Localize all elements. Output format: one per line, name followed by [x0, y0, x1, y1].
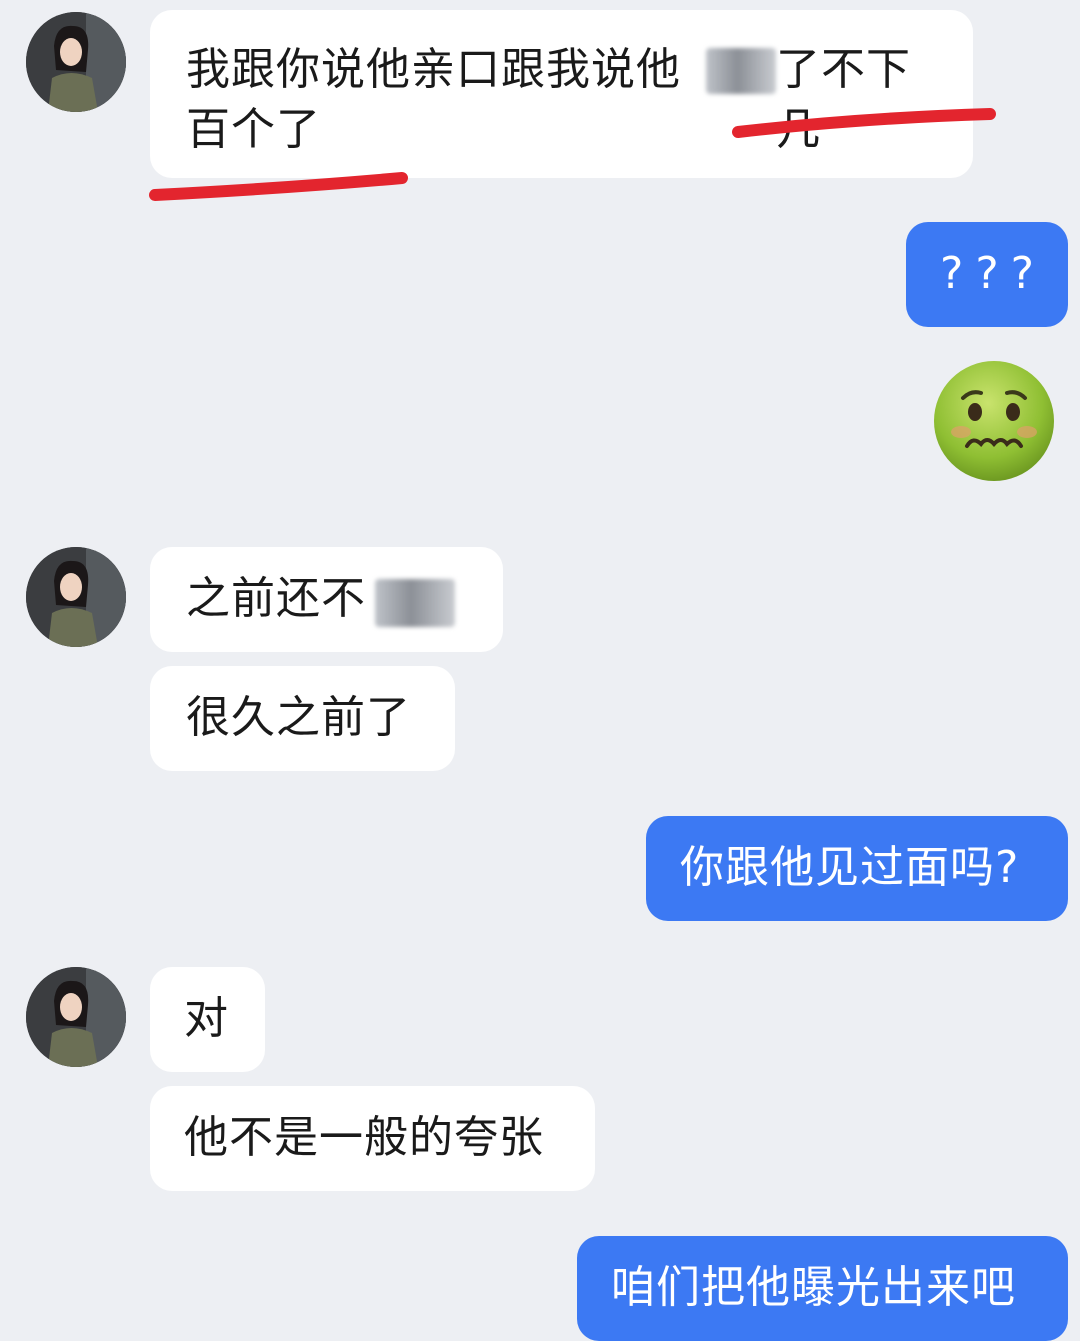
- message-text: 他不是一般的夸张: [184, 1112, 544, 1163]
- message-text: ???: [939, 248, 1047, 299]
- redacted-blur: [375, 579, 455, 627]
- message-text: 你跟他见过面吗?: [680, 842, 1020, 893]
- message-text: 对: [184, 993, 229, 1044]
- message-bubble-outgoing[interactable]: 你跟他见过面吗?: [646, 816, 1068, 921]
- message-text: 很久之前了: [186, 692, 411, 743]
- message-bubble-outgoing[interactable]: 咱们把他曝光出来吧: [577, 1236, 1068, 1341]
- contact-avatar[interactable]: [26, 547, 126, 647]
- message-bubble-incoming[interactable]: 之前还不: [150, 547, 503, 652]
- message-bubble-outgoing[interactable]: ???: [906, 222, 1068, 327]
- contact-avatar[interactable]: [26, 12, 126, 112]
- message-text: 了不下几: [776, 44, 911, 155]
- message-bubble-incoming[interactable]: 他不是一般的夸张: [150, 1086, 595, 1191]
- message-text: 咱们把他曝光出来吧: [611, 1262, 1016, 1313]
- message-text: 我跟你说他亲口跟我说他: [186, 44, 681, 95]
- message-bubble-incoming[interactable]: 很久之前了: [150, 666, 455, 771]
- message-bubble-incoming[interactable]: 我跟你说他亲口跟我说他 了不下几 百个了: [150, 10, 973, 178]
- message-bubble-incoming[interactable]: 对: [150, 967, 265, 1072]
- contact-avatar[interactable]: [26, 967, 126, 1067]
- redacted-blur: [706, 48, 776, 94]
- nauseated-face-emoji[interactable]: [933, 360, 1055, 482]
